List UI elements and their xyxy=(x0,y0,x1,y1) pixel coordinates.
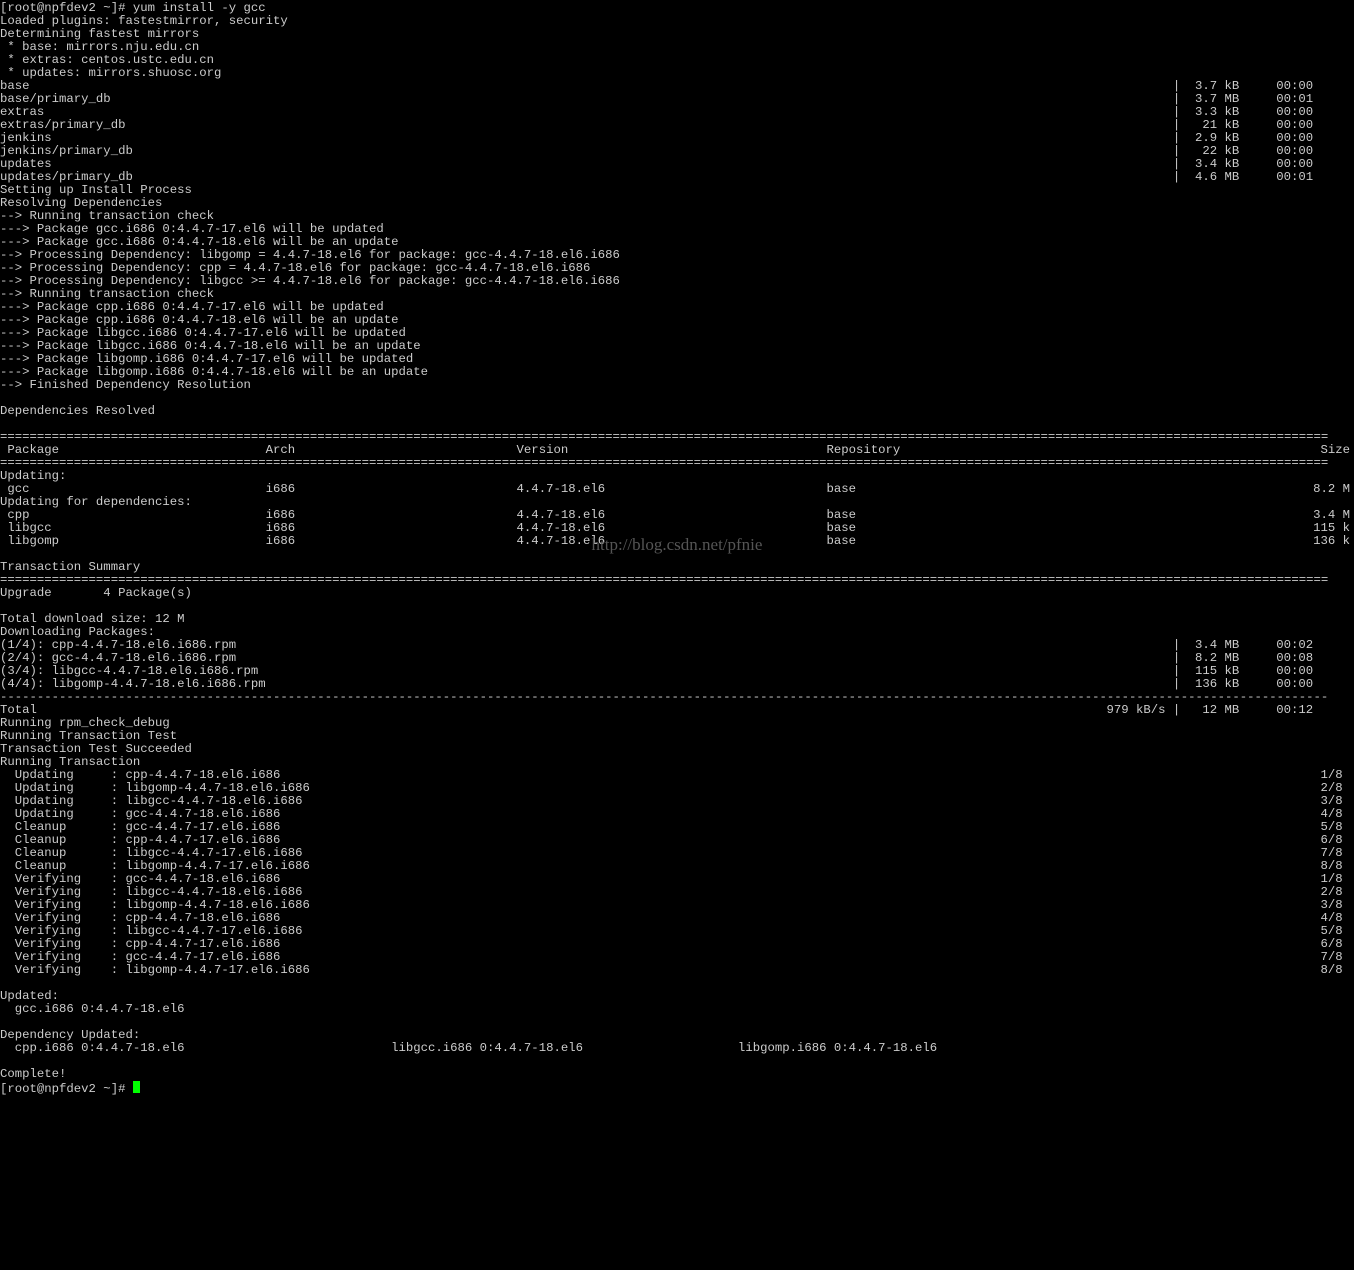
terminal-line: Dependencies Resolved xyxy=(0,405,1354,418)
terminal-line xyxy=(0,1055,1354,1068)
terminal-line xyxy=(0,392,1354,405)
terminal-line xyxy=(0,1016,1354,1029)
terminal-line: base| 3.7 kB 00:00 xyxy=(0,80,1354,93)
terminal-line: Verifying : libgomp-4.4.7-17.el6.i6868/8 xyxy=(0,964,1354,977)
terminal-line: Setting up Install Process xyxy=(0,184,1354,197)
terminal-line: Upgrade 4 Package(s) xyxy=(0,587,1354,600)
terminal-line xyxy=(0,548,1354,561)
terminal-line: Loaded plugins: fastestmirror, security xyxy=(0,15,1354,28)
terminal-line: jenkins| 2.9 kB 00:00 xyxy=(0,132,1354,145)
terminal-line: Total download size: 12 M xyxy=(0,613,1354,626)
terminal-line: extras| 3.3 kB 00:00 xyxy=(0,106,1354,119)
terminal-line: extras/primary_db| 21 kB 00:00 xyxy=(0,119,1354,132)
terminal-line: updates| 3.4 kB 00:00 xyxy=(0,158,1354,171)
terminal[interactable]: [root@npfdev2 ~]# yum install -y gccLoad… xyxy=(0,0,1354,1098)
command-text: yum install -y gcc xyxy=(133,1,266,15)
terminal-line xyxy=(0,600,1354,613)
cursor xyxy=(133,1081,140,1093)
separator-line: ========================================… xyxy=(0,457,1354,470)
terminal-line: Running Transaction Test xyxy=(0,730,1354,743)
terminal-line: * updates: mirrors.shuosc.org xyxy=(0,67,1354,80)
shell-prompt-line[interactable]: [root@npfdev2 ~]# xyxy=(0,1081,1354,1096)
terminal-line: Running rpm_check_debug xyxy=(0,717,1354,730)
terminal-line: Transaction Summary xyxy=(0,561,1354,574)
terminal-line: --> Finished Dependency Resolution xyxy=(0,379,1354,392)
terminal-line: cpp.i686 0:4.4.7-18.el6 libgcc.i686 0:4.… xyxy=(0,1042,1354,1055)
terminal-line: base/primary_db| 3.7 MB 00:01 xyxy=(0,93,1354,106)
terminal-line: Total979 kB/s | 12 MB 00:12 xyxy=(0,704,1354,717)
terminal-line: gcc i686 4.4.7-18.el6 base8.2 M xyxy=(0,483,1354,496)
terminal-line: gcc.i686 0:4.4.7-18.el6 xyxy=(0,1003,1354,1016)
terminal-line: updates/primary_db| 4.6 MB 00:01 xyxy=(0,171,1354,184)
terminal-line: Complete! xyxy=(0,1068,1354,1081)
terminal-line: Determining fastest mirrors xyxy=(0,28,1354,41)
terminal-line: jenkins/primary_db| 22 kB 00:00 xyxy=(0,145,1354,158)
terminal-line xyxy=(0,418,1354,431)
shell-prompt: [root@npfdev2 ~]# xyxy=(0,1082,133,1096)
terminal-line: Transaction Test Succeeded xyxy=(0,743,1354,756)
shell-prompt: [root@npfdev2 ~]# xyxy=(0,1,133,15)
terminal-line xyxy=(0,977,1354,990)
terminal-line: (4/4): libgomp-4.4.7-18.el6.i686.rpm| 13… xyxy=(0,678,1354,691)
separator-line: ========================================… xyxy=(0,574,1354,587)
terminal-line: libgomp i686 4.4.7-18.el6 base136 k xyxy=(0,535,1354,548)
terminal-line: Package Arch Version RepositorySize xyxy=(0,444,1354,457)
